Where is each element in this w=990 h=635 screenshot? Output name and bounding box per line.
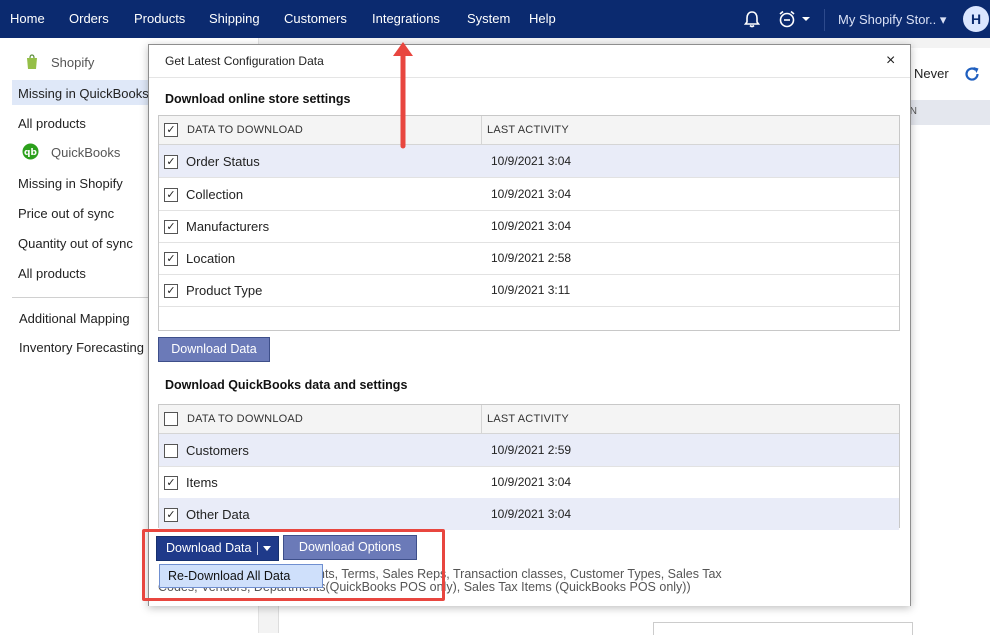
row-label: Manufacturers bbox=[186, 219, 270, 234]
grid-header: DATA TO DOWNLOAD LAST ACTIVITY bbox=[159, 405, 899, 434]
table-row[interactable]: ✓ Manufacturers 10/9/2021 3:04 bbox=[159, 210, 899, 243]
row-last-activity: 10/9/2021 3:04 bbox=[491, 507, 572, 521]
table-row[interactable]: Customers 10/9/2021 2:59 bbox=[159, 434, 899, 467]
nav-shipping[interactable]: Shipping bbox=[209, 11, 260, 26]
download-store-data-button[interactable]: Download Data bbox=[158, 337, 270, 362]
row-label: Customers bbox=[186, 443, 249, 458]
sidebar-item-quickbooks-all-products[interactable]: All products bbox=[18, 266, 86, 281]
row-label: Product Type bbox=[186, 283, 263, 298]
nav-system[interactable]: System bbox=[467, 11, 510, 26]
store-selector[interactable]: My Shopify Stor.. ▾ bbox=[838, 12, 946, 28]
row-last-activity: 10/9/2021 3:04 bbox=[491, 219, 572, 233]
row-last-activity: 10/9/2021 3:04 bbox=[491, 475, 572, 489]
quickbooks-logo-icon: qb bbox=[22, 143, 39, 160]
nav-customers[interactable]: Customers bbox=[284, 11, 347, 26]
dialog-body: Download online store settings ✓ DATA TO… bbox=[149, 77, 910, 606]
nav-help[interactable]: Help bbox=[529, 11, 556, 26]
grid-header: ✓ DATA TO DOWNLOAD LAST ACTIVITY bbox=[159, 116, 899, 145]
nav-integrations[interactable]: Integrations bbox=[372, 11, 440, 26]
column-data-to-download: DATA TO DOWNLOAD bbox=[187, 413, 304, 425]
row-label: Collection bbox=[186, 187, 244, 202]
shopify-logo-icon bbox=[27, 54, 37, 69]
row-label: Other Data bbox=[186, 507, 250, 522]
sidebar-item-missing-in-shopify[interactable]: Missing in Shopify bbox=[18, 176, 123, 191]
annotation-arrow-icon bbox=[393, 42, 413, 149]
sidebar-group-quickbooks: QuickBooks bbox=[51, 145, 121, 160]
svg-text:qb: qb bbox=[24, 148, 37, 158]
row-label: Order Status bbox=[186, 154, 260, 169]
bell-icon[interactable] bbox=[742, 9, 762, 29]
row-checkbox[interactable]: ✓ bbox=[164, 476, 178, 490]
section-title-quickbooks: Download QuickBooks data and settings bbox=[165, 378, 408, 392]
table-row[interactable]: ✓ Other Data 10/9/2021 3:04 bbox=[159, 498, 899, 530]
row-label: Location bbox=[186, 251, 236, 266]
section-title-online-store: Download online store settings bbox=[165, 92, 351, 106]
annotation-highlight-box bbox=[142, 529, 445, 601]
close-icon[interactable]: × bbox=[886, 53, 895, 69]
table-row[interactable]: ✓ Items 10/9/2021 3:04 bbox=[159, 466, 899, 499]
refresh-icon[interactable] bbox=[962, 64, 982, 84]
sidebar-item-additional-mapping[interactable]: Additional Mapping bbox=[19, 311, 130, 326]
sidebar-group-shopify: Shopify bbox=[51, 55, 95, 70]
row-checkbox[interactable]: ✓ bbox=[164, 252, 178, 266]
sidebar-item-inventory-forecasting[interactable]: Inventory Forecasting bbox=[19, 340, 144, 355]
alarm-clock-icon[interactable] bbox=[777, 9, 797, 29]
nav-orders[interactable]: Orders bbox=[69, 11, 109, 26]
row-checkbox[interactable] bbox=[164, 444, 178, 458]
table-row[interactable]: ✓ Product Type 10/9/2021 3:11 bbox=[159, 274, 899, 307]
column-data-to-download: DATA TO DOWNLOAD bbox=[187, 124, 304, 136]
configuration-dialog: Get Latest Configuration Data × Download… bbox=[148, 44, 911, 606]
last-sync-value: Never bbox=[914, 66, 949, 81]
row-last-activity: 10/9/2021 2:59 bbox=[491, 443, 572, 457]
column-last-activity: LAST ACTIVITY bbox=[487, 124, 569, 136]
alarm-dropdown-chevron-icon[interactable] bbox=[801, 14, 811, 24]
column-last-activity: LAST ACTIVITY bbox=[487, 413, 569, 425]
row-last-activity: 10/9/2021 3:11 bbox=[491, 283, 571, 297]
online-store-grid: ✓ DATA TO DOWNLOAD LAST ACTIVITY ✓ Order… bbox=[158, 115, 900, 331]
table-row[interactable]: ✓ Location 10/9/2021 2:58 bbox=[159, 242, 899, 275]
sidebar-item-price-out-of-sync[interactable]: Price out of sync bbox=[18, 206, 114, 221]
sidebar-item-missing-in-quickbooks[interactable]: Missing in QuickBooks bbox=[18, 86, 149, 101]
background-box bbox=[653, 622, 913, 635]
nav-products[interactable]: Products bbox=[134, 11, 185, 26]
row-last-activity: 10/9/2021 3:04 bbox=[491, 154, 572, 168]
row-checkbox[interactable]: ✓ bbox=[164, 188, 178, 202]
select-all-checkbox[interactable]: ✓ bbox=[164, 123, 178, 137]
table-row[interactable]: ✓ Order Status 10/9/2021 3:04 bbox=[159, 145, 899, 178]
select-all-checkbox[interactable] bbox=[164, 412, 178, 426]
table-header-strip: ON bbox=[898, 100, 990, 125]
dialog-title: Get Latest Configuration Data bbox=[165, 54, 324, 68]
column-separator bbox=[481, 405, 482, 433]
sidebar-item-shopify-all-products[interactable]: All products bbox=[18, 116, 86, 131]
row-label: Items bbox=[186, 475, 218, 490]
nav-home[interactable]: Home bbox=[10, 11, 45, 26]
row-checkbox[interactable]: ✓ bbox=[164, 220, 178, 234]
top-navigation: Home Orders Products Shipping Customers … bbox=[0, 0, 990, 38]
store-name: My Shopify Stor.. bbox=[838, 12, 937, 27]
column-separator bbox=[481, 116, 482, 144]
nav-divider bbox=[824, 9, 825, 31]
row-checkbox[interactable]: ✓ bbox=[164, 155, 178, 169]
row-checkbox[interactable]: ✓ bbox=[164, 508, 178, 522]
row-checkbox[interactable]: ✓ bbox=[164, 284, 178, 298]
quickbooks-grid: DATA TO DOWNLOAD LAST ACTIVITY Customers… bbox=[158, 404, 900, 530]
row-last-activity: 10/9/2021 2:58 bbox=[491, 251, 572, 265]
sidebar-item-quantity-out-of-sync[interactable]: Quantity out of sync bbox=[18, 236, 133, 251]
table-row[interactable]: ✓ Collection 10/9/2021 3:04 bbox=[159, 178, 899, 211]
row-last-activity: 10/9/2021 3:04 bbox=[491, 187, 572, 201]
avatar[interactable]: H bbox=[963, 6, 989, 32]
